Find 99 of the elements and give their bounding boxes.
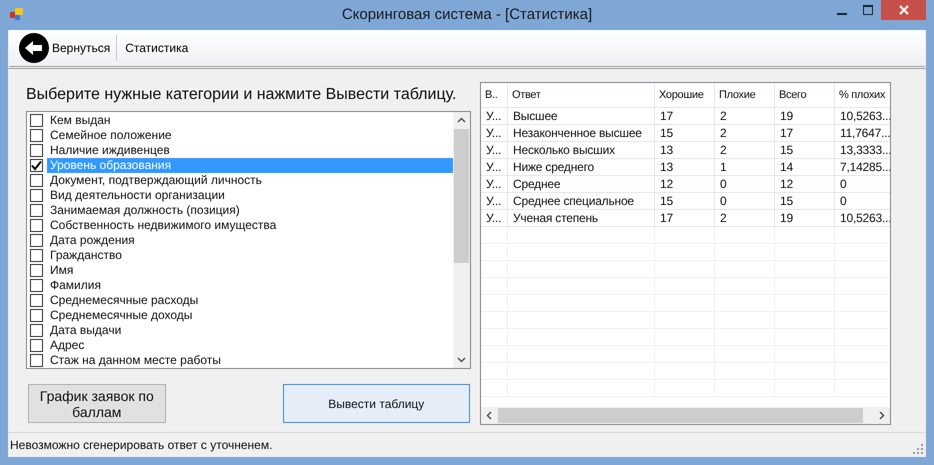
table-cell: 0: [835, 176, 890, 192]
table-cell: 0: [715, 193, 775, 209]
column-header[interactable]: Ответ: [508, 83, 655, 107]
table-cell: 15: [655, 125, 715, 141]
checkbox[interactable]: [30, 309, 43, 322]
category-item[interactable]: Дата выдачи: [47, 323, 453, 338]
table-cell: 15: [775, 193, 835, 209]
table-cell: 19: [775, 108, 835, 124]
category-item[interactable]: Стаж на данном месте работы: [47, 353, 453, 368]
table-cell: 2: [715, 210, 775, 226]
category-item[interactable]: Семейное положение: [47, 128, 453, 143]
category-item[interactable]: Наличие иждивенцев: [47, 143, 453, 158]
toolbar-item[interactable]: Статистика: [123, 39, 190, 57]
table-cell: 19: [775, 210, 835, 226]
category-item[interactable]: Имя: [47, 263, 453, 278]
checkbox[interactable]: [30, 264, 43, 277]
checkbox[interactable]: [30, 114, 43, 127]
checkbox[interactable]: [30, 234, 43, 247]
checkbox[interactable]: [30, 324, 43, 337]
app-icon: [10, 7, 24, 21]
resize-grip-icon[interactable]: [913, 444, 923, 454]
table-cell: 0: [715, 176, 775, 192]
table-cell: У...: [481, 142, 508, 158]
vertical-scrollbar[interactable]: [453, 112, 470, 368]
checkbox[interactable]: [30, 249, 43, 262]
table-cell: Несколько высших: [508, 142, 655, 158]
horizontal-scrollbar[interactable]: [481, 407, 890, 424]
checkbox[interactable]: [30, 279, 43, 292]
checkbox[interactable]: [30, 129, 43, 142]
table-cell: 10,5263...: [835, 210, 890, 226]
checkbox[interactable]: [30, 339, 43, 352]
column-header[interactable]: Плохие: [715, 83, 775, 107]
checkbox[interactable]: [30, 219, 43, 232]
checkbox[interactable]: [30, 189, 43, 202]
column-header[interactable]: % плохих: [835, 83, 890, 107]
checkbox[interactable]: [30, 174, 43, 187]
checkbox[interactable]: [30, 294, 43, 307]
table-cell: 2: [715, 142, 775, 158]
table-cell: 13,3333...: [835, 142, 890, 158]
table-cell: 0: [835, 193, 890, 209]
table-cell: 15: [775, 142, 835, 158]
table-cell: 13: [655, 142, 715, 158]
table-cell: Среднее: [508, 176, 655, 192]
checkbox[interactable]: [30, 354, 43, 367]
table-cell: 12: [775, 176, 835, 192]
table-cell: 10,5263...: [835, 108, 890, 124]
category-item[interactable]: Документ, подтверждающий личность: [47, 173, 453, 188]
checkbox[interactable]: [30, 204, 43, 217]
status-text: Невозможно сгенерировать ответ с уточненем.: [10, 437, 272, 454]
category-item[interactable]: Дата рождения: [47, 233, 453, 248]
table-cell: 17: [655, 210, 715, 226]
table-cell: 1: [715, 159, 775, 175]
scrollbar-thumb[interactable]: [454, 129, 469, 263]
table-cell: 2: [715, 125, 775, 141]
table-cell: 12: [655, 176, 715, 192]
table-cell: 11,7647...: [835, 125, 890, 141]
table-cell: 13: [655, 159, 715, 175]
maximize-icon: [863, 5, 873, 15]
column-header[interactable]: В..: [481, 83, 508, 107]
table-cell: 17: [655, 108, 715, 124]
table-cell: 7,14285...: [835, 159, 890, 175]
window-title: Скоринговая система - [Статистика]: [342, 4, 592, 25]
table-cell: Незаконченное высшее: [508, 125, 655, 141]
table-cell: У...: [481, 125, 508, 141]
table-cell: У...: [481, 176, 508, 192]
category-list[interactable]: [26, 111, 471, 369]
chart-button[interactable]: График заявок по баллам: [28, 384, 166, 423]
table-cell: Среднее специальное: [508, 193, 655, 209]
table-cell: Ученая степень: [508, 210, 655, 226]
category-item[interactable]: Занимаемая должность (позиция): [47, 203, 453, 218]
table-cell: У...: [481, 108, 508, 124]
category-item[interactable]: Собственность недвижимого имущества: [47, 218, 453, 233]
close-button[interactable]: [881, 0, 926, 20]
category-item[interactable]: Адрес: [47, 338, 453, 353]
close-icon: [898, 5, 908, 15]
table-cell: У...: [481, 193, 508, 209]
table-cell: Ниже среднего: [508, 159, 655, 175]
table-cell: 15: [655, 193, 715, 209]
category-item[interactable]: Фамилия: [47, 278, 453, 293]
column-header[interactable]: Хорошие: [655, 83, 715, 107]
table-cell: 17: [775, 125, 835, 141]
category-item[interactable]: Среднемесячные расходы: [47, 293, 453, 308]
back-button[interactable]: Вернуться: [19, 33, 110, 63]
category-item[interactable]: Гражданство: [47, 248, 453, 263]
table-cell: 14: [775, 159, 835, 175]
instruction-text: Выберите нужные категории и нажмите Вывести таблицу.: [26, 85, 458, 105]
table-cell: Высшее: [508, 108, 655, 124]
table-cell: 2: [715, 108, 775, 124]
checkbox[interactable]: [30, 144, 43, 157]
column-header[interactable]: Всего: [775, 83, 835, 107]
category-item[interactable]: Кем выдан: [47, 113, 453, 128]
show-table-button[interactable]: Вывести таблицу: [282, 384, 470, 423]
minimize-icon: [837, 12, 847, 14]
table-cell: У...: [481, 210, 508, 226]
table-cell: У...: [481, 159, 508, 175]
category-item[interactable]: Среднемесячные доходы: [47, 308, 453, 323]
checkbox[interactable]: [30, 159, 43, 172]
scrollbar-thumb[interactable]: [498, 408, 863, 423]
category-item[interactable]: Вид деятельности организации: [47, 188, 453, 203]
